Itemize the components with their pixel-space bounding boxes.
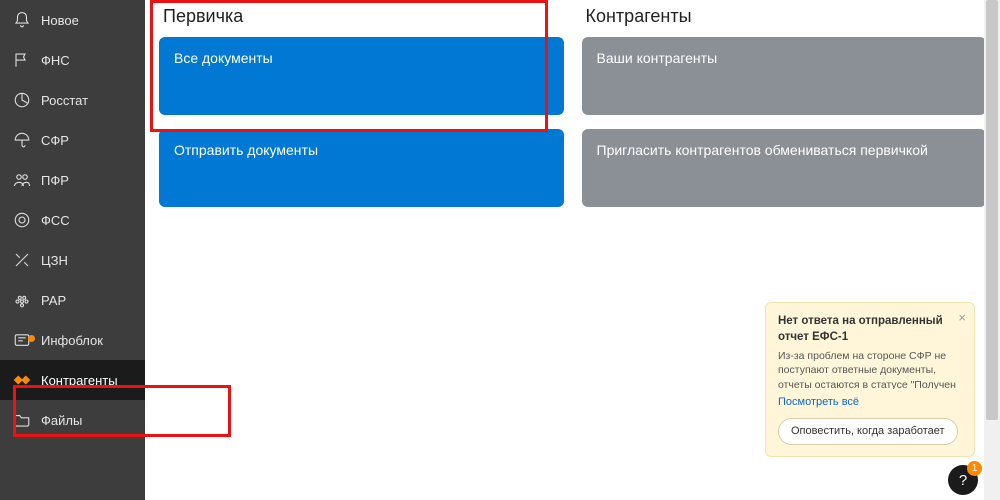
help-glyph: ? bbox=[959, 472, 967, 489]
column-contragents: Контрагенты Ваши контрагенты Пригласить … bbox=[582, 6, 987, 221]
sidebar-item-label: Контрагенты bbox=[41, 373, 118, 388]
sidebar-item-label: Инфоблок bbox=[41, 333, 103, 348]
card-label: Ваши контрагенты bbox=[597, 50, 718, 66]
sidebar-item-label: ФНС bbox=[41, 53, 70, 68]
sidebar-item-czn[interactable]: ЦЗН bbox=[0, 240, 145, 280]
sidebar-item-label: ФСС bbox=[41, 213, 70, 228]
card-label: Пригласить контрагентов обмениваться пер… bbox=[597, 142, 928, 158]
card-invite-contragents[interactable]: Пригласить контрагентов обмениваться пер… bbox=[582, 129, 987, 207]
sidebar-item-pfr[interactable]: ПФР bbox=[0, 160, 145, 200]
sidebar-item-contragents[interactable]: Контрагенты bbox=[0, 360, 145, 400]
toast-close-button[interactable]: × bbox=[958, 309, 966, 327]
newspaper-icon bbox=[13, 331, 31, 349]
handshake-icon bbox=[13, 371, 31, 389]
pie-chart-icon bbox=[13, 91, 31, 109]
app-root: Новое ФНС Росстат СФР ПФР ФСС ЦЗН bbox=[0, 0, 1000, 500]
target-icon bbox=[13, 211, 31, 229]
toast-view-all-link[interactable]: Посмотреть всё bbox=[778, 395, 859, 410]
sidebar: Новое ФНС Росстат СФР ПФР ФСС ЦЗН bbox=[0, 0, 145, 500]
flag-icon bbox=[13, 51, 31, 69]
help-button[interactable]: ? 1 bbox=[948, 465, 978, 495]
sidebar-item-fns[interactable]: ФНС bbox=[0, 40, 145, 80]
sidebar-item-fss[interactable]: ФСС bbox=[0, 200, 145, 240]
notification-toast: × Нет ответа на отправленный отчет ЕФС-1… bbox=[765, 302, 975, 457]
card-label: Все документы bbox=[174, 50, 273, 66]
toast-body: Из-за проблем на стороне СФР не поступаю… bbox=[778, 349, 962, 389]
scrollbar-track[interactable] bbox=[984, 0, 1000, 500]
card-your-contragents[interactable]: Ваши контрагенты bbox=[582, 37, 987, 115]
sidebar-item-new[interactable]: Новое bbox=[0, 0, 145, 40]
sidebar-item-label: Росстат bbox=[41, 93, 88, 108]
help-badge: 1 bbox=[967, 461, 982, 476]
toast-notify-button[interactable]: Оповестить, когда заработает bbox=[778, 418, 958, 445]
sidebar-item-label: ПФР bbox=[41, 173, 69, 188]
sidebar-item-label: СФР bbox=[41, 133, 69, 148]
sidebar-item-files[interactable]: Файлы bbox=[0, 400, 145, 440]
sidebar-item-infoblock[interactable]: Инфоблок bbox=[0, 320, 145, 360]
toast-title: Нет ответа на отправленный отчет ЕФС-1 bbox=[778, 314, 962, 345]
sidebar-item-sfr[interactable]: СФР bbox=[0, 120, 145, 160]
columns: Первичка Все документы Отправить докумен… bbox=[159, 6, 986, 221]
sidebar-item-label: РАР bbox=[41, 293, 66, 308]
card-send-documents[interactable]: Отправить документы bbox=[159, 129, 564, 207]
sidebar-item-label: ЦЗН bbox=[41, 253, 68, 268]
sidebar-item-rosstat[interactable]: Росстат bbox=[0, 80, 145, 120]
notification-dot bbox=[28, 335, 35, 342]
column-title-contragents: Контрагенты bbox=[582, 6, 987, 27]
people-icon bbox=[13, 171, 31, 189]
column-title-pervichka: Первичка bbox=[159, 6, 564, 27]
card-all-documents[interactable]: Все документы bbox=[159, 37, 564, 115]
tools-icon bbox=[13, 251, 31, 269]
sidebar-item-label: Новое bbox=[41, 13, 79, 28]
column-pervichka: Первичка Все документы Отправить докумен… bbox=[159, 6, 564, 221]
grapes-icon bbox=[13, 291, 31, 309]
umbrella-icon bbox=[13, 131, 31, 149]
card-label: Отправить документы bbox=[174, 142, 318, 158]
bell-icon bbox=[13, 11, 31, 29]
folder-icon bbox=[13, 411, 31, 429]
sidebar-item-rar[interactable]: РАР bbox=[0, 280, 145, 320]
scrollbar-thumb[interactable] bbox=[986, 0, 998, 420]
sidebar-item-label: Файлы bbox=[41, 413, 82, 428]
